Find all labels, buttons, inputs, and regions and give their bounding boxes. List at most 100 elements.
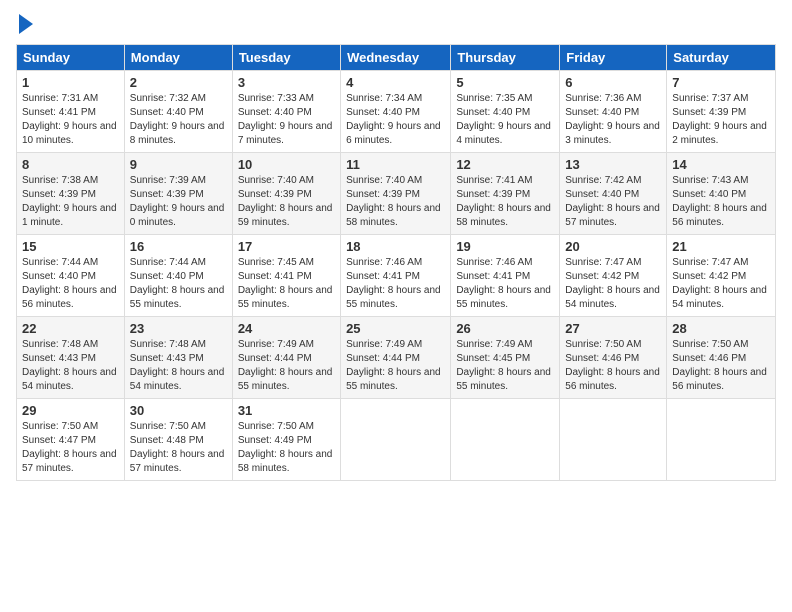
calendar-table: SundayMondayTuesdayWednesdayThursdayFrid…: [16, 44, 776, 481]
day-info: Sunrise: 7:50 AMSunset: 4:46 PMDaylight:…: [672, 338, 770, 394]
day-info: Sunrise: 7:43 AMSunset: 4:40 PMDaylight:…: [672, 174, 770, 230]
day-info: Sunrise: 7:48 AMSunset: 4:43 PMDaylight:…: [130, 338, 227, 394]
day-info: Sunrise: 7:44 AMSunset: 4:40 PMDaylight:…: [22, 256, 119, 312]
calendar-week-row: 22 Sunrise: 7:48 AMSunset: 4:43 PMDayligh…: [17, 317, 776, 399]
day-info: Sunrise: 7:50 AMSunset: 4:46 PMDaylight:…: [565, 338, 661, 394]
day-number: 26: [456, 321, 554, 336]
day-info: Sunrise: 7:37 AMSunset: 4:39 PMDaylight:…: [672, 92, 770, 148]
day-info: Sunrise: 7:42 AMSunset: 4:40 PMDaylight:…: [565, 174, 661, 230]
logo-arrow-icon: [19, 14, 33, 34]
calendar-cell: 31Sunrise: 7:50 AMSunset: 4:49 PMDayligh…: [232, 399, 340, 481]
day-number: 12: [456, 157, 554, 172]
day-info: Sunrise: 7:39 AMSunset: 4:39 PMDaylight:…: [130, 174, 227, 230]
calendar-cell: 18Sunrise: 7:46 AMSunset: 4:41 PMDayligh…: [341, 235, 451, 317]
day-number: 2: [130, 75, 227, 90]
calendar-header-friday: Friday: [560, 45, 667, 71]
day-info: Sunrise: 7:34 AMSunset: 4:40 PMDaylight:…: [346, 92, 445, 148]
calendar-cell: 23 Sunrise: 7:48 AMSunset: 4:43 PMDayligh…: [124, 317, 232, 399]
day-info: Sunrise: 7:49 AMSunset: 4:45 PMDaylight:…: [456, 338, 554, 394]
day-number: 27: [565, 321, 661, 336]
day-number: 21: [672, 239, 770, 254]
day-info: Sunrise: 7:38 AMSunset: 4:39 PMDaylight:…: [22, 174, 119, 230]
day-number: 14: [672, 157, 770, 172]
calendar-header-wednesday: Wednesday: [341, 45, 451, 71]
calendar-cell: 27 Sunrise: 7:50 AMSunset: 4:46 PMDayligh…: [560, 317, 667, 399]
calendar-cell: 16 Sunrise: 7:44 AMSunset: 4:40 PMDayligh…: [124, 235, 232, 317]
day-number: 22: [22, 321, 119, 336]
calendar-header-saturday: Saturday: [667, 45, 776, 71]
calendar-cell: 10 Sunrise: 7:40 AMSunset: 4:39 PMDayligh…: [232, 153, 340, 235]
calendar-cell: [451, 399, 560, 481]
day-number: 24: [238, 321, 335, 336]
day-info: Sunrise: 7:49 AMSunset: 4:44 PMDaylight:…: [238, 338, 335, 394]
calendar-cell: 19 Sunrise: 7:46 AMSunset: 4:41 PMDayligh…: [451, 235, 560, 317]
day-info: Sunrise: 7:44 AMSunset: 4:40 PMDaylight:…: [130, 256, 227, 312]
day-number: 28: [672, 321, 770, 336]
calendar-cell: [667, 399, 776, 481]
calendar-cell: 3Sunrise: 7:33 AMSunset: 4:40 PMDaylight…: [232, 71, 340, 153]
day-info: Sunrise: 7:47 AMSunset: 4:42 PMDaylight:…: [672, 256, 770, 312]
day-info: Sunrise: 7:40 AMSunset: 4:39 PMDaylight:…: [238, 174, 335, 230]
calendar-cell: 20Sunrise: 7:47 AMSunset: 4:42 PMDayligh…: [560, 235, 667, 317]
calendar-header-monday: Monday: [124, 45, 232, 71]
calendar-cell: 26 Sunrise: 7:49 AMSunset: 4:45 PMDayligh…: [451, 317, 560, 399]
calendar-cell: 17 Sunrise: 7:45 AMSunset: 4:41 PMDayligh…: [232, 235, 340, 317]
calendar-cell: 2 Sunrise: 7:32 AMSunset: 4:40 PMDaylight…: [124, 71, 232, 153]
day-number: 10: [238, 157, 335, 172]
calendar-header-tuesday: Tuesday: [232, 45, 340, 71]
day-number: 15: [22, 239, 119, 254]
day-info: Sunrise: 7:48 AMSunset: 4:43 PMDaylight:…: [22, 338, 119, 394]
day-number: 23: [130, 321, 227, 336]
day-info: Sunrise: 7:41 AMSunset: 4:39 PMDaylight:…: [456, 174, 554, 230]
calendar-cell: 29 Sunrise: 7:50 AMSunset: 4:47 PMDayligh…: [17, 399, 125, 481]
calendar-cell: 1Sunrise: 7:31 AMSunset: 4:41 PMDaylight…: [17, 71, 125, 153]
calendar-cell: 14 Sunrise: 7:43 AMSunset: 4:40 PMDayligh…: [667, 153, 776, 235]
calendar-week-row: 29 Sunrise: 7:50 AMSunset: 4:47 PMDayligh…: [17, 399, 776, 481]
calendar-body: 1Sunrise: 7:31 AMSunset: 4:41 PMDaylight…: [17, 71, 776, 481]
calendar-cell: [560, 399, 667, 481]
calendar-cell: 13Sunrise: 7:42 AMSunset: 4:40 PMDayligh…: [560, 153, 667, 235]
day-info: Sunrise: 7:47 AMSunset: 4:42 PMDaylight:…: [565, 256, 661, 312]
calendar-cell: 24 Sunrise: 7:49 AMSunset: 4:44 PMDayligh…: [232, 317, 340, 399]
calendar-cell: 22 Sunrise: 7:48 AMSunset: 4:43 PMDayligh…: [17, 317, 125, 399]
day-number: 17: [238, 239, 335, 254]
day-number: 7: [672, 75, 770, 90]
calendar-header-sunday: Sunday: [17, 45, 125, 71]
day-number: 25: [346, 321, 445, 336]
day-info: Sunrise: 7:46 AMSunset: 4:41 PMDaylight:…: [456, 256, 554, 312]
calendar-week-row: 15 Sunrise: 7:44 AMSunset: 4:40 PMDayligh…: [17, 235, 776, 317]
day-info: Sunrise: 7:50 AMSunset: 4:47 PMDaylight:…: [22, 420, 119, 476]
day-info: Sunrise: 7:36 AMSunset: 4:40 PMDaylight:…: [565, 92, 661, 148]
day-number: 30: [130, 403, 227, 418]
calendar-header-row: SundayMondayTuesdayWednesdayThursdayFrid…: [17, 45, 776, 71]
calendar-cell: [341, 399, 451, 481]
calendar-cell: 25 Sunrise: 7:49 AMSunset: 4:44 PMDayligh…: [341, 317, 451, 399]
day-info: Sunrise: 7:49 AMSunset: 4:44 PMDaylight:…: [346, 338, 445, 394]
day-info: Sunrise: 7:40 AMSunset: 4:39 PMDaylight:…: [346, 174, 445, 230]
calendar-week-row: 1Sunrise: 7:31 AMSunset: 4:41 PMDaylight…: [17, 71, 776, 153]
day-number: 8: [22, 157, 119, 172]
day-info: Sunrise: 7:32 AMSunset: 4:40 PMDaylight:…: [130, 92, 227, 148]
calendar-cell: 9 Sunrise: 7:39 AMSunset: 4:39 PMDaylight…: [124, 153, 232, 235]
calendar-cell: 8 Sunrise: 7:38 AMSunset: 4:39 PMDaylight…: [17, 153, 125, 235]
calendar-cell: 4 Sunrise: 7:34 AMSunset: 4:40 PMDaylight…: [341, 71, 451, 153]
day-info: Sunrise: 7:45 AMSunset: 4:41 PMDaylight:…: [238, 256, 335, 312]
day-number: 16: [130, 239, 227, 254]
header: [16, 16, 776, 34]
day-number: 18: [346, 239, 445, 254]
day-number: 9: [130, 157, 227, 172]
day-number: 19: [456, 239, 554, 254]
day-number: 5: [456, 75, 554, 90]
calendar-cell: 11Sunrise: 7:40 AMSunset: 4:39 PMDayligh…: [341, 153, 451, 235]
day-number: 4: [346, 75, 445, 90]
calendar-cell: 6 Sunrise: 7:36 AMSunset: 4:40 PMDaylight…: [560, 71, 667, 153]
day-number: 6: [565, 75, 661, 90]
calendar-cell: 12 Sunrise: 7:41 AMSunset: 4:39 PMDayligh…: [451, 153, 560, 235]
day-info: Sunrise: 7:35 AMSunset: 4:40 PMDaylight:…: [456, 92, 554, 148]
day-number: 29: [22, 403, 119, 418]
calendar-cell: 5 Sunrise: 7:35 AMSunset: 4:40 PMDaylight…: [451, 71, 560, 153]
day-info: Sunrise: 7:33 AMSunset: 4:40 PMDaylight:…: [238, 92, 335, 148]
logo: [16, 16, 33, 34]
calendar-cell: 7 Sunrise: 7:37 AMSunset: 4:39 PMDaylight…: [667, 71, 776, 153]
day-number: 31: [238, 403, 335, 418]
